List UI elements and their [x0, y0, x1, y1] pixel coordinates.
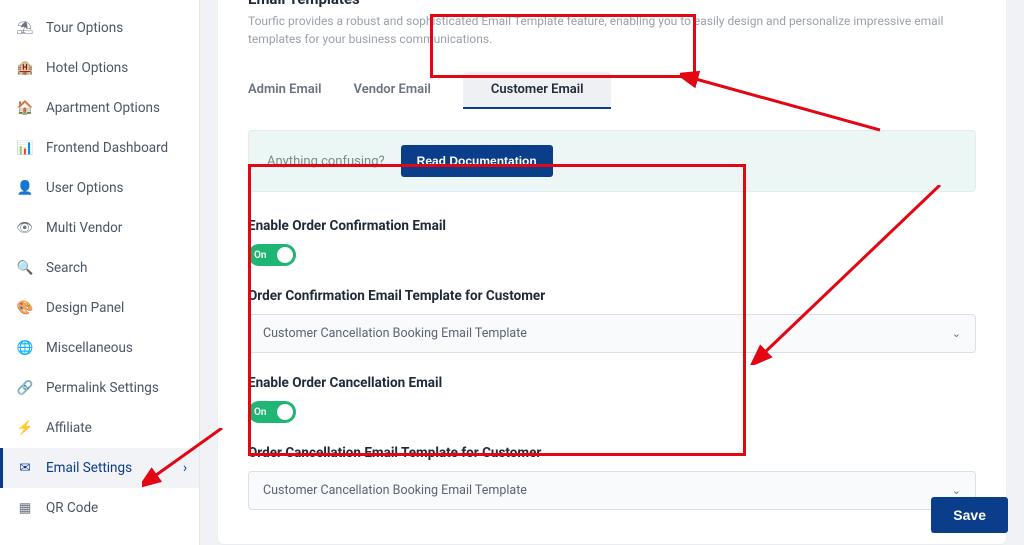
- tab-admin-email[interactable]: Admin Email: [248, 72, 322, 109]
- order-cancellation-template-select[interactable]: Customer Cancellation Booking Email Temp…: [248, 471, 976, 510]
- main-content: Email Templates Tourfic provides a robus…: [200, 0, 1024, 545]
- save-button[interactable]: Save: [931, 497, 1008, 533]
- tabs: Admin Email Vendor Email Customer Email: [218, 66, 1006, 110]
- palette-icon: 🎨: [16, 299, 34, 317]
- toggle-text: On: [254, 407, 266, 418]
- building-icon: 🏨: [16, 59, 34, 77]
- user-icon: 👤: [16, 179, 34, 197]
- chevron-right-icon: ›: [183, 460, 187, 476]
- order-confirmation-template-select[interactable]: Customer Cancellation Booking Email Temp…: [248, 314, 976, 353]
- tab-customer-email[interactable]: Customer Email: [463, 72, 612, 109]
- sidebar-item-tour-options[interactable]: ⛱ Tour Options: [0, 8, 199, 48]
- enable-order-confirmation-toggle[interactable]: On: [248, 244, 296, 266]
- sidebar-item-email-settings[interactable]: ✉ Email Settings ›: [0, 448, 199, 488]
- sidebar-item-apartment-options[interactable]: 🏠 Apartment Options: [0, 88, 199, 128]
- order-cancellation-template-label: Order Cancellation Email Template for Cu…: [248, 445, 976, 461]
- page-title: Email Templates: [248, 0, 976, 8]
- sidebar-item-label: Hotel Options: [46, 60, 128, 76]
- toggle-knob: [277, 404, 293, 420]
- help-text: Anything confusing?: [267, 154, 385, 169]
- sidebar-item-permalink-settings[interactable]: 🔗 Permalink Settings: [0, 368, 199, 408]
- sidebar: ⛱ Tour Options 🏨 Hotel Options 🏠 Apartme…: [0, 0, 200, 545]
- chevron-down-icon: ⌄: [952, 484, 961, 497]
- enable-order-confirmation-label: Enable Order Confirmation Email: [248, 218, 976, 234]
- qr-icon: ▦: [16, 499, 34, 517]
- search-icon: 🔍: [16, 259, 34, 277]
- sidebar-item-user-options[interactable]: 👤 User Options: [0, 168, 199, 208]
- sidebar-item-label: Search: [46, 260, 87, 276]
- sidebar-item-label: Tour Options: [46, 20, 123, 36]
- envelope-icon: ✉: [16, 459, 34, 477]
- globe-icon: 🌐: [16, 339, 34, 357]
- select-value: Customer Cancellation Booking Email Temp…: [263, 483, 527, 498]
- toggle-knob: [277, 247, 293, 263]
- toggle-text: On: [254, 250, 266, 261]
- bolt-icon: ⚡: [16, 419, 34, 437]
- umbrella-icon: ⛱: [16, 19, 34, 37]
- link-icon: 🔗: [16, 379, 34, 397]
- eye-icon: 👁: [16, 219, 34, 237]
- settings-card: Email Templates Tourfic provides a robus…: [218, 0, 1006, 544]
- sidebar-item-label: QR Code: [46, 500, 98, 516]
- sidebar-item-label: Permalink Settings: [46, 380, 159, 396]
- sidebar-item-frontend-dashboard[interactable]: 📊 Frontend Dashboard: [0, 128, 199, 168]
- sidebar-item-label: Email Settings: [46, 460, 132, 476]
- sidebar-item-multi-vendor[interactable]: 👁 Multi Vendor: [0, 208, 199, 248]
- home-icon: 🏠: [16, 99, 34, 117]
- enable-order-cancellation-label: Enable Order Cancellation Email: [248, 375, 976, 391]
- chevron-down-icon: ⌄: [952, 327, 961, 340]
- sidebar-item-label: Affiliate: [46, 420, 92, 436]
- sidebar-item-miscellaneous[interactable]: 🌐 Miscellaneous: [0, 328, 199, 368]
- sidebar-item-label: Multi Vendor: [46, 220, 122, 236]
- sidebar-item-affiliate[interactable]: ⚡ Affiliate: [0, 408, 199, 448]
- sidebar-item-label: Miscellaneous: [46, 340, 133, 356]
- page-subtitle: Tourfic provides a robust and sophistica…: [248, 12, 976, 48]
- sidebar-item-label: Design Panel: [46, 300, 124, 316]
- sidebar-item-hotel-options[interactable]: 🏨 Hotel Options: [0, 48, 199, 88]
- sidebar-item-label: User Options: [46, 180, 124, 196]
- tab-vendor-email[interactable]: Vendor Email: [354, 72, 431, 109]
- select-value: Customer Cancellation Booking Email Temp…: [263, 326, 527, 341]
- order-confirmation-template-label: Order Confirmation Email Template for Cu…: [248, 288, 976, 304]
- sidebar-item-search[interactable]: 🔍 Search: [0, 248, 199, 288]
- read-documentation-button[interactable]: Read Documentation: [401, 145, 553, 177]
- help-box: Anything confusing? Read Documentation: [248, 130, 976, 192]
- sidebar-item-label: Apartment Options: [46, 100, 160, 116]
- sidebar-item-design-panel[interactable]: 🎨 Design Panel: [0, 288, 199, 328]
- enable-order-cancellation-toggle[interactable]: On: [248, 401, 296, 423]
- sidebar-item-qr-code[interactable]: ▦ QR Code: [0, 488, 199, 528]
- sidebar-item-label: Frontend Dashboard: [46, 140, 168, 156]
- gauge-icon: 📊: [16, 139, 34, 157]
